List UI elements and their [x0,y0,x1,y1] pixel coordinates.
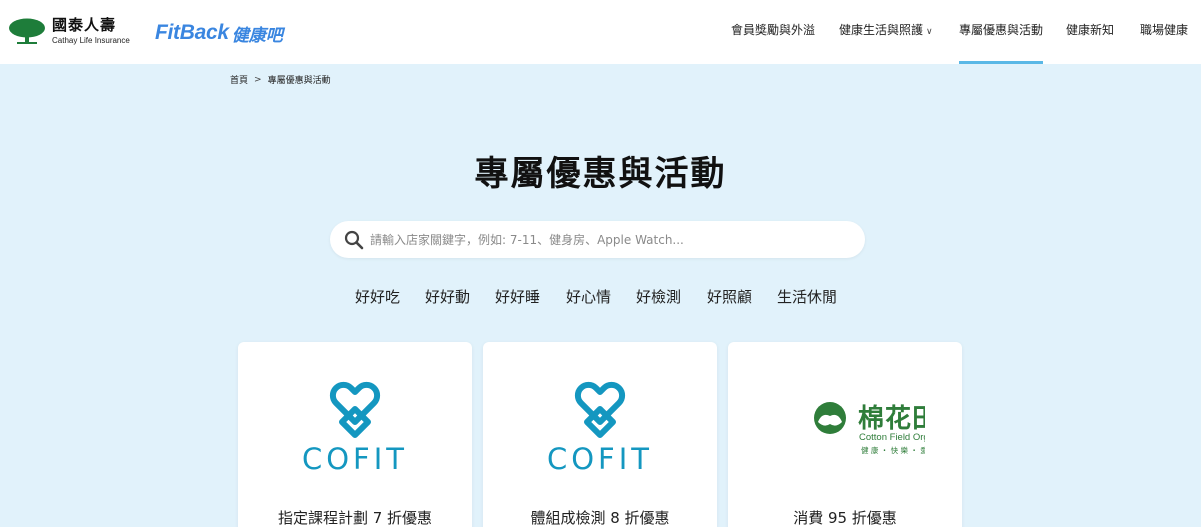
nav-item-exclusive-offers[interactable]: 專屬優惠與活動 [959,0,1044,64]
cofit-logo-icon: COFIT [547,381,653,474]
offer-card[interactable]: COFIT 指定課程計劃 7 折優惠 [238,342,472,527]
page-title: 專屬優惠與活動 [474,154,727,194]
cathay-life-logo[interactable]: 國泰人壽 Cathay Life Insurance [8,14,130,48]
chevron-down-icon: ∨ [926,27,933,37]
cofit-logo: COFIT [238,378,472,474]
offer-card-title: 指定課程計劃 7 折優惠 [277,509,433,527]
nav-item-label: 會員獎勵與外溢 [731,23,816,37]
cotton-field-logo-zh: 棉花田 [858,404,925,434]
cofit-wordmark: COFIT [547,442,653,474]
category-tab-leisure[interactable]: 生活休閒 [777,286,837,307]
fitback-logo-en: FitBack [155,21,229,44]
search-input[interactable] [370,232,850,247]
category-tab-good-checkup[interactable]: 好檢測 [636,286,681,307]
nav-item-label: 職場健康 [1140,23,1189,37]
cofit-logo-icon: COFIT [302,381,408,474]
nav-item-label: 健康新知 [1066,23,1115,37]
cotton-field-logo-tagline: 健 康 ・ 快 樂 ・ 愛 [861,445,925,455]
cathay-brand-zh: 國泰人壽 [52,15,117,34]
search-icon[interactable] [344,230,364,250]
offer-card-title: 消費 95 折優惠 [793,509,897,527]
nav-item-label: 專屬優惠與活動 [959,23,1044,37]
cathay-brand-en: Cathay Life Insurance [52,35,130,45]
breadcrumb: 首頁 > 專屬優惠與活動 [230,73,331,87]
fitback-logo-zh: 健康吧 [231,25,283,46]
category-tab-good-eating[interactable]: 好好吃 [355,286,400,307]
nav-item-health-news[interactable]: 健康新知 [1066,0,1114,64]
offer-card[interactable]: COFIT 體組成檢測 8 折優惠 [483,342,717,527]
breadcrumb-home[interactable]: 首頁 [230,73,248,86]
category-tab-good-care[interactable]: 好照顧 [707,286,752,307]
offer-card[interactable]: 棉花田 Cotton Field Organic 健 康 ・ 快 樂 ・ 愛 消… [728,342,962,527]
nav-item-label: 健康生活與照護 [839,23,924,37]
chevron-right-icon: > [254,74,262,85]
fitback-logo[interactable]: FitBack 健康吧 [155,19,283,47]
category-tab-good-exercise[interactable]: 好好動 [425,286,470,307]
cotton-field-logo-en: Cotton Field Organic [859,432,925,443]
cotton-field-logo: 棉花田 Cotton Field Organic 健 康 ・ 快 樂 ・ 愛 [728,378,962,474]
category-tab-good-mood[interactable]: 好心情 [566,286,611,307]
cathay-tree-icon [9,18,45,44]
nav-item-member-rewards[interactable]: 會員獎勵與外溢 [731,0,815,64]
category-tab-good-sleep[interactable]: 好好睡 [495,286,540,307]
cotton-field-logo-icon: 棉花田 Cotton Field Organic 健 康 ・ 快 樂 ・ 愛 [814,402,925,455]
breadcrumb-current: 專屬優惠與活動 [267,76,331,86]
cathay-brand-text: 國泰人壽 Cathay Life Insurance [52,15,130,45]
search-box[interactable] [330,221,865,258]
nav-item-healthy-living[interactable]: 健康生活與照護 ∨ [839,0,933,64]
site-header: 國泰人壽 Cathay Life Insurance FitBack 健康吧 會… [0,0,1201,64]
offer-card-title: 體組成檢測 8 折優惠 [530,509,670,527]
cofit-logo: COFIT [483,378,717,474]
cofit-wordmark: COFIT [302,442,408,474]
nav-item-workplace-health[interactable]: 職場健康 [1140,0,1188,64]
